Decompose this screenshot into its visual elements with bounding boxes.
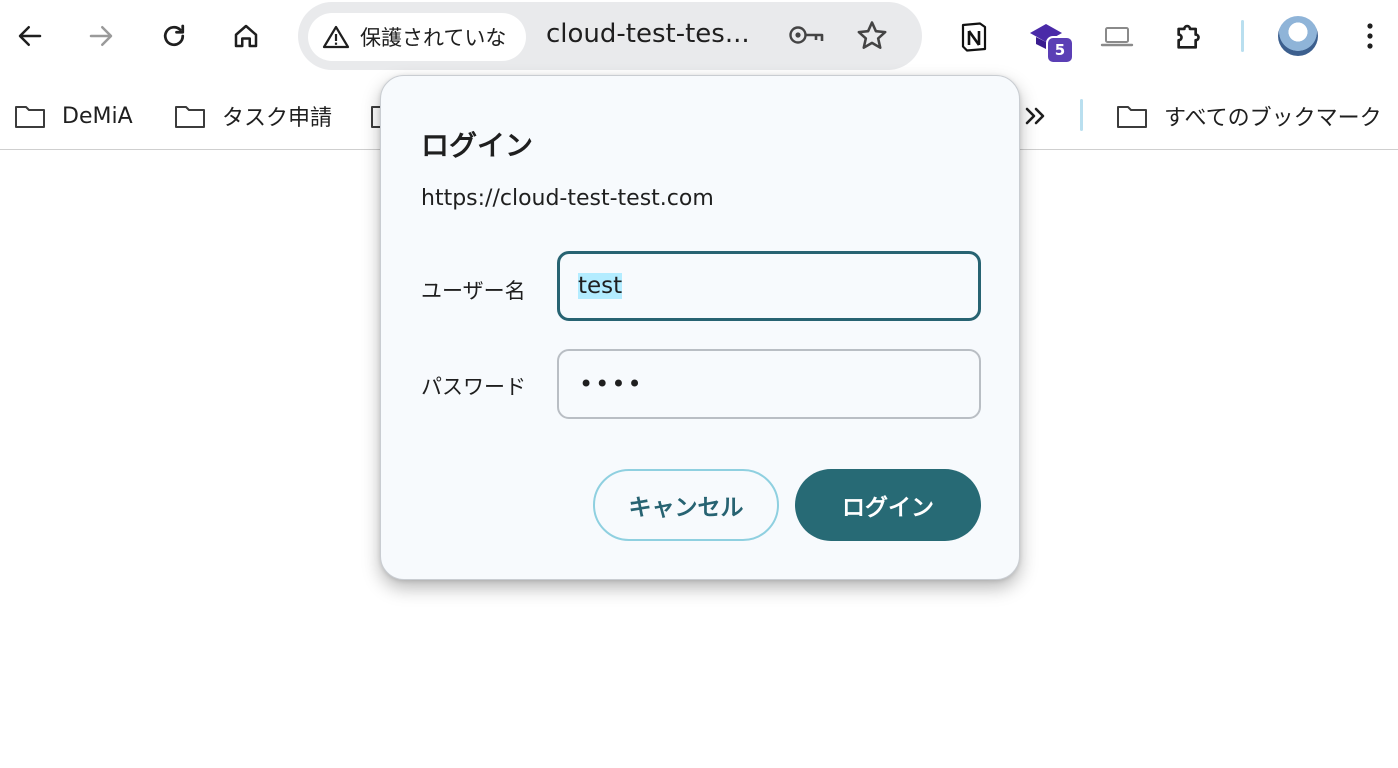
more-vert-icon: [1367, 23, 1373, 49]
forward-button[interactable]: [77, 12, 125, 60]
notion-icon: [961, 22, 987, 52]
security-chip[interactable]: 保護されていな: [308, 13, 526, 61]
password-label: パスワード: [421, 375, 526, 399]
menu-button[interactable]: [1346, 12, 1394, 60]
notion-extension[interactable]: [952, 14, 996, 58]
bookmark-folder-demia[interactable]: DeMiA: [14, 98, 133, 134]
extension-badge: 5: [1046, 36, 1074, 64]
username-label: ユーザー名: [421, 279, 526, 303]
url-text[interactable]: cloud-test-tes...: [546, 19, 750, 49]
omnibox[interactable]: 保護されていな cloud-test-tes...: [298, 2, 922, 70]
cancel-button[interactable]: キャンセル: [593, 469, 779, 541]
password-value: ••••: [579, 370, 644, 398]
bookmarks-divider: [1080, 99, 1083, 131]
back-icon: [18, 26, 42, 46]
folder-icon: [1117, 106, 1147, 128]
forward-icon: [89, 26, 113, 46]
password-field[interactable]: ••••: [557, 349, 981, 419]
warning-icon: [322, 25, 350, 49]
toolbar-divider: [1241, 20, 1244, 52]
back-button[interactable]: [6, 12, 54, 60]
all-bookmarks-label: すべてのブックマーク: [1164, 106, 1382, 131]
chevron-double-right-icon: [1025, 107, 1045, 125]
dialog-title: ログイン: [421, 129, 534, 162]
all-bookmarks-folder[interactable]: すべてのブックマーク: [1116, 98, 1382, 134]
key-icon: [789, 26, 824, 44]
reload-button[interactable]: [150, 12, 198, 60]
folder-icon: [175, 106, 205, 128]
login-button[interactable]: ログイン: [795, 469, 981, 541]
login-dialog: ログイン https://cloud-test-test.com ユーザー名 t…: [380, 75, 1020, 580]
extensions-button[interactable]: [1168, 14, 1212, 58]
home-icon: [234, 24, 258, 48]
device-extension[interactable]: [1095, 14, 1139, 58]
bookmark-label: タスク申請: [222, 106, 333, 131]
username-field[interactable]: test: [557, 251, 981, 321]
security-chip-label: 保護されていな: [360, 26, 507, 50]
folder-icon: [15, 106, 45, 128]
browser-toolbar: 保護されていな cloud-test-tes... 5: [0, 0, 1398, 72]
bookmarks-overflow-button[interactable]: [1022, 104, 1050, 132]
home-button[interactable]: [222, 12, 270, 60]
password-key-button[interactable]: [788, 20, 826, 54]
avatar[interactable]: [1278, 16, 1318, 56]
reload-icon: [163, 24, 185, 47]
dialog-origin: https://cloud-test-test.com: [421, 186, 714, 211]
username-value: test: [578, 273, 623, 299]
bookmark-folder-task[interactable]: タスク申請: [174, 98, 332, 134]
bookmark-star-button[interactable]: [854, 18, 890, 58]
bookmark-label: DeMiA: [62, 103, 133, 129]
star-icon: [857, 21, 887, 49]
laptop-icon: [1100, 27, 1134, 47]
puzzle-icon: [1177, 24, 1200, 49]
